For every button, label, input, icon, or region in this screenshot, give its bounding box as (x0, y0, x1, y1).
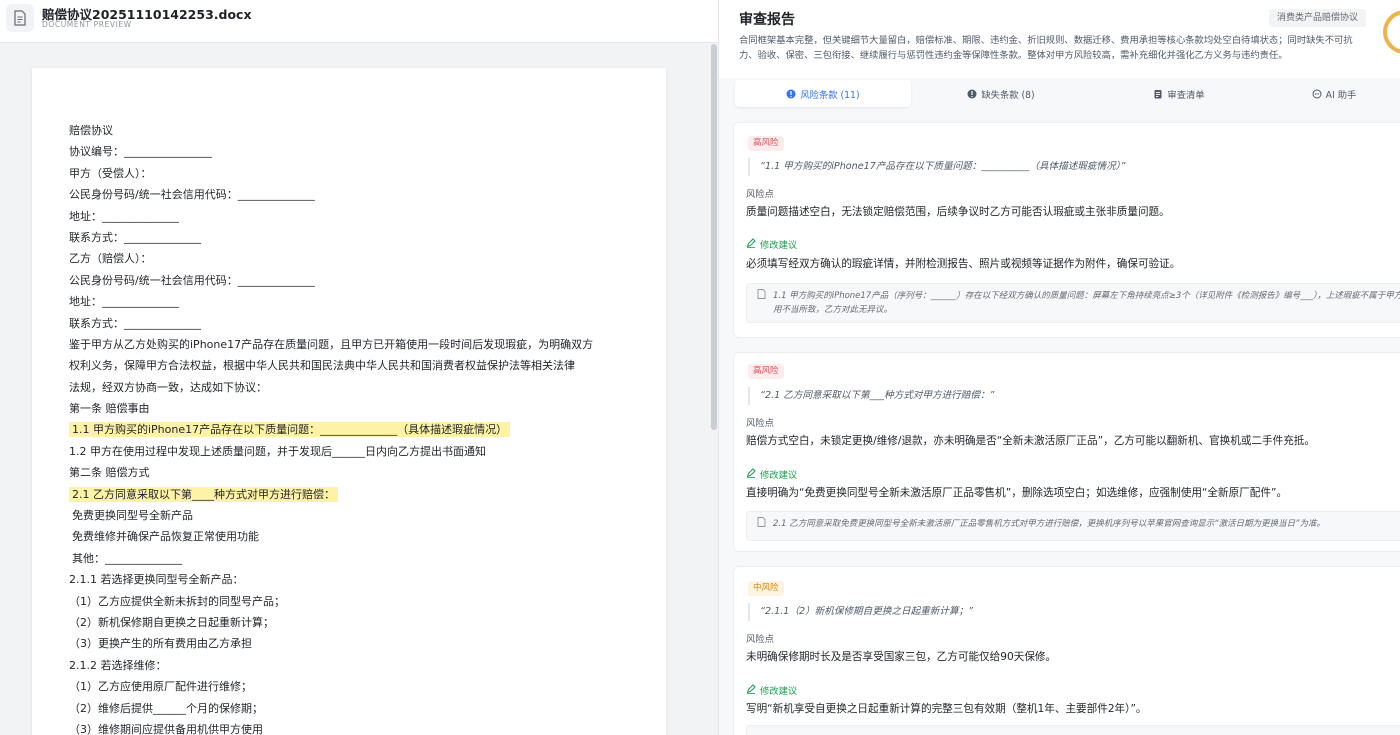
document-subtitle: DOCUMENT PREVIEW (42, 20, 132, 29)
doc-line: 乙方（赔偿人）： (69, 252, 152, 266)
suggestion-text: 必须填写经双方确认的瑕疵详情，并附检测报告、照片或视频等证据作为附件，确保可验证… (746, 258, 1181, 270)
highlight-1-1[interactable]: 1.1 甲方购买的iPhone17产品存在以下质量问题：____________… (69, 422, 511, 438)
doc-line: 2.1.2 若选择维修： (69, 658, 167, 672)
risk-point-text: 未明确保修期时长及是否享受国家三包，乙方可能仅给90天保修。 (746, 651, 1057, 663)
revised-clause-text: 2.1 乙方同意采取免费更换同型号全新未激活原厂正品零售机方式对甲方进行赔偿，更… (773, 519, 1326, 529)
doc-line: （3）更换产生的所有费用由乙方承担 (69, 637, 252, 651)
doc-line: 公民身份号码/统一社会信用代码：______________ (69, 273, 315, 287)
tab-risk-clauses[interactable]: 风险条款 (11) (735, 80, 911, 107)
doc-line: 地址：______________ (69, 295, 179, 309)
doc-line: 地址：______________ (69, 209, 179, 223)
chat-icon (1312, 89, 1322, 99)
doc-line: （1）乙方应使用原厂配件进行维修； (69, 680, 252, 694)
tab-checklist[interactable]: 审查清单 (1091, 80, 1267, 107)
doc-line: 免费维修并确保产品恢复正常使用功能 (72, 530, 259, 544)
info-icon (786, 89, 796, 99)
doc-line: 免费更换同型号全新产品 (72, 509, 193, 523)
risk-point-label: 风险点 (746, 418, 774, 429)
scrollbar-thumb[interactable] (711, 44, 717, 430)
report-summary: 合同框架基本完整，但关键细节大量留白，赔偿标准、期限、违约金、折旧规则、数据迁移… (739, 35, 1353, 61)
risk-score-ring (1383, 10, 1400, 54)
suggestion-label: 修改建议 (760, 470, 798, 481)
revised-clause[interactable]: 2.1 乙方同意采取免费更换同型号全新未激活原厂正品零售机方式对甲方进行赔偿，更… (746, 511, 1400, 541)
clause-quote[interactable]: “2.1.1（2）新机保修期自更换之日起重新计算；” (748, 603, 973, 621)
contract-type-tag: 消费类产品赔偿协议 (1269, 9, 1367, 27)
document-header: 赔偿协议20251110142253.docx DOCUMENT PREVIEW (0, 0, 718, 43)
document-icon (6, 4, 34, 32)
risk-card[interactable]: 高风险 “1.1 甲方购买的iPhone17产品存在以下质量问题：_______… (733, 122, 1400, 338)
risk-point-text: 赔偿方式空白，未锁定更换/维修/退款，亦未明确是否“全新未激活原厂正品”，乙方可… (746, 435, 1315, 447)
doc-line: 联系方式：______________ (69, 230, 201, 244)
review-report-pane: 审查报告 消费类产品赔偿协议 合同框架基本完整，但关键细节大量留白，赔偿标准、期… (718, 0, 1400, 735)
doc-line: （3）维修期间应提供备用机供甲方使用 (69, 722, 263, 735)
risk-point-text: 质量问题描述空白，无法锁定赔偿范围，后续争议时乙方可能否认瑕疵或主张非质量问题。 (746, 206, 1170, 218)
doc-line-highlighted[interactable]: 2.1 乙方同意采取以下第____种方式对甲方进行赔偿： (69, 484, 659, 505)
document-page: 赔偿协议 协议编号：________________ 甲方（受偿人）： 公民身份… (32, 68, 666, 735)
doc-line-highlighted[interactable]: 1.1 甲方购买的iPhone17产品存在以下质量问题：____________… (69, 419, 659, 440)
doc-line: 鉴于甲方从乙方处购买的iPhone17产品存在质量问题，且甲方已开箱使用一段时间… (69, 337, 594, 351)
doc-line: 赔偿协议 (69, 124, 113, 137)
suggestion-heading: 修改建议 (746, 683, 797, 697)
risk-card[interactable]: 中风险 “2.1.1（2）新机保修期自更换之日起重新计算；” 风险点 未明确保修… (733, 566, 1400, 735)
tab-label: AI 助手 (1325, 89, 1357, 101)
revised-clause-text: 1.1 甲方购买的iPhone17产品（序列号：______）存在以下经双方确认… (773, 291, 1400, 315)
doc-line: （2）新机保修期自更换之日起重新计算； (69, 615, 274, 629)
risk-level-badge: 中风险 (748, 581, 784, 596)
edit-pen-icon (746, 467, 756, 481)
suggestion-label: 修改建议 (760, 240, 798, 251)
tab-label: 缺失条款 (8) (981, 89, 1035, 101)
edit-pen-icon (746, 683, 756, 697)
suggestion-heading: 修改建议 (746, 237, 797, 251)
revised-clause[interactable]: 1.1 甲方购买的iPhone17产品（序列号：______）存在以下经双方确认… (746, 283, 1400, 323)
risk-level-badge: 高风险 (748, 136, 784, 151)
risk-point-label: 风险点 (746, 634, 774, 645)
doc-line: 甲方（受偿人）： (69, 166, 152, 180)
doc-line: 协议编号：________________ (69, 145, 212, 159)
doc-line: 2.1.1 若选择更换同型号全新产品： (69, 573, 244, 587)
doc-line: 第二条 赔偿方式 (69, 466, 150, 480)
doc-line: （2）维修后提供______个月的保修期； (69, 701, 263, 715)
tab-label: 审查清单 (1167, 89, 1205, 101)
clause-quote[interactable]: “2.1 乙方同意采取以下第___种方式对甲方进行赔偿：” (748, 387, 995, 405)
risk-level-badge: 高风险 (748, 364, 784, 379)
doc-line: （1）乙方应提供全新未拆封的同型号产品； (69, 594, 285, 608)
document-icon (757, 517, 766, 532)
suggestion-text: 直接明确为“免费更换同型号全新未激活原厂正品零售机”，删除选项空白；如选维修，应… (746, 487, 1288, 499)
clause-quote[interactable]: “1.1 甲方购买的iPhone17产品存在以下质量问题：__________（… (748, 158, 1125, 176)
doc-line: 其他：______________ (72, 551, 182, 565)
doc-line: 公民身份号码/统一社会信用代码：______________ (69, 188, 315, 202)
highlight-2-1[interactable]: 2.1 乙方同意采取以下第____种方式对甲方进行赔偿： (69, 486, 338, 502)
risk-card[interactable]: 高风险 “2.1 乙方同意采取以下第___种方式对甲方进行赔偿：” 风险点 赔偿… (733, 352, 1400, 552)
report-title: 审查报告 (739, 12, 795, 28)
doc-line: 1.2 甲方在使用过程中发现上述质量问题，并于发现后______日内向乙方提出书… (69, 444, 486, 458)
suggestion-text: 写明“新机享受自更换之日起重新计算的完整三包有效期（整机1年、主要部件2年）”。 (746, 703, 1147, 715)
report-tabs: 风险条款 (11) 缺失条款 (8) 审查清单 AI 助手 (733, 80, 1400, 107)
document-icon (757, 289, 766, 304)
doc-line: 法规，经双方协商一致，达成如下协议： (69, 380, 267, 394)
risk-point-label: 风险点 (746, 189, 774, 200)
doc-line: 联系方式：______________ (69, 316, 201, 330)
tab-label: 风险条款 (11) (800, 89, 860, 101)
revised-clause[interactable] (746, 725, 1400, 735)
suggestion-label: 修改建议 (760, 686, 798, 697)
tab-ai-assistant[interactable]: AI 助手 (1269, 80, 1399, 107)
doc-line: 第一条 赔偿事由 (69, 402, 150, 416)
document-preview-pane: 赔偿协议20251110142253.docx DOCUMENT PREVIEW… (0, 0, 718, 735)
report-header: 审查报告 消费类产品赔偿协议 合同框架基本完整，但关键细节大量留白，赔偿标准、期… (719, 0, 1400, 78)
info-icon (967, 89, 977, 99)
edit-pen-icon (746, 237, 756, 251)
suggestion-heading: 修改建议 (746, 467, 797, 481)
tab-missing-clauses[interactable]: 缺失条款 (8) (913, 80, 1089, 107)
document-body: 赔偿协议 协议编号：________________ 甲方（受偿人）： 公民身份… (69, 120, 659, 735)
doc-line: 权利义务，保障甲方合法权益，根据中华人民共和国民法典中华人民共和国消费者权益保护… (69, 359, 575, 373)
checklist-icon (1153, 89, 1163, 99)
